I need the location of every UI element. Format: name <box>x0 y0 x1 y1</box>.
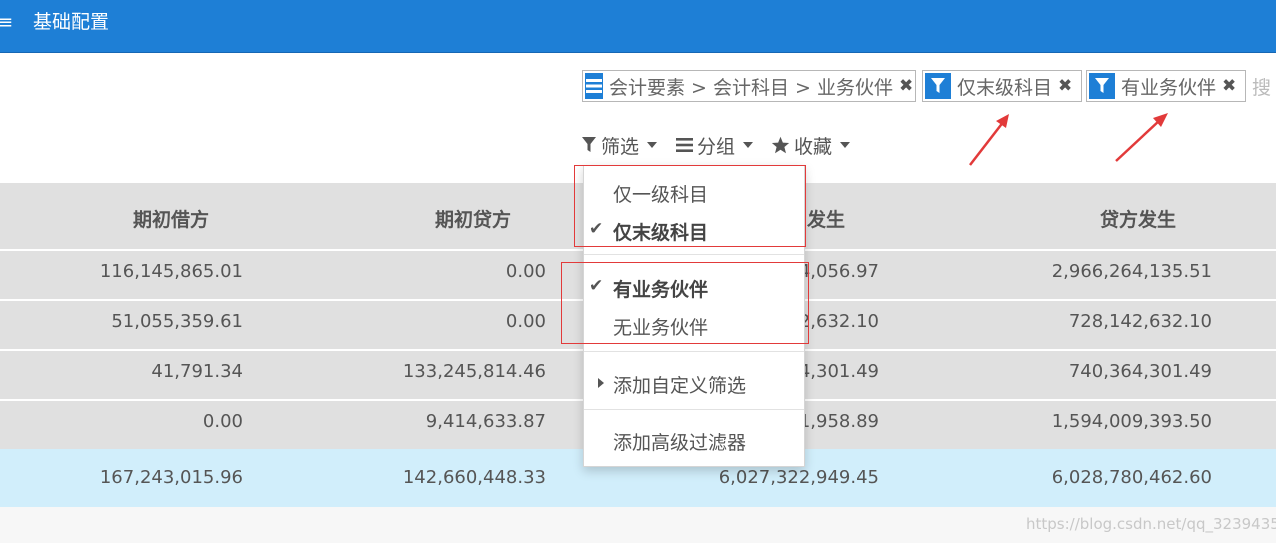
facet-filter-leaf: 仅末级科目 ✖ <box>922 70 1082 102</box>
table-cell: 116,145,865.01 <box>99 261 243 282</box>
table-cell: 9,414,633.87 <box>425 411 546 432</box>
table-cell: 740,364,301.49 <box>1068 361 1212 382</box>
annotation-arrow-icon <box>969 114 1009 166</box>
menu-divider <box>584 409 804 410</box>
menu-item-label: 添加高级过滤器 <box>613 432 747 454</box>
caret-down-icon <box>840 142 851 148</box>
list-icon <box>585 73 603 99</box>
column-header[interactable]: 期初贷方 <box>435 205 511 232</box>
close-icon[interactable]: ✖ <box>1222 76 1236 96</box>
filter-icon <box>582 137 596 152</box>
annotation-box <box>574 165 806 247</box>
total-cell: 142,660,448.33 <box>402 467 546 488</box>
facet-groupby: 会计要素 > 会计科目 > 业务伙伴 ✖ <box>582 70 916 102</box>
facet-label: 仅末级科目 <box>957 76 1053 99</box>
annotation-arrow-icon <box>1115 113 1168 162</box>
table-cell: 1,594,009,393.50 <box>1051 411 1212 432</box>
menu-divider <box>584 254 804 255</box>
favorites-menu-button[interactable]: 收藏 <box>771 132 851 158</box>
caret-down-icon <box>743 142 754 148</box>
filter-icon <box>1089 73 1115 99</box>
table-cell: 41,791.34 <box>151 361 243 382</box>
caret-right-icon <box>598 378 604 388</box>
list-icon <box>676 138 693 152</box>
app-title[interactable]: 基础配置 <box>33 7 109 34</box>
table-cell: 0.00 <box>505 261 546 282</box>
favorites-menu-label: 收藏 <box>794 135 833 158</box>
annotation-box <box>561 262 809 344</box>
table-cell: 728,142,632.10 <box>1068 311 1212 332</box>
column-header[interactable]: 期初借方 <box>133 205 209 232</box>
facet-label: 有业务伙伴 <box>1121 76 1217 99</box>
menu-item-add-custom-filter[interactable]: 添加自定义筛选 <box>584 365 804 399</box>
total-cell: 6,027,322,949.45 <box>718 467 879 488</box>
table-cell: 0.00 <box>505 311 546 332</box>
filter-menu-button[interactable]: 筛选 <box>582 132 658 158</box>
groupby-menu-label: 分组 <box>697 135 736 158</box>
table-cell: 51,055,359.61 <box>111 311 243 332</box>
table-cell: 0.00 <box>202 411 243 432</box>
column-header[interactable]: 发生 <box>807 205 845 232</box>
groupby-menu-button[interactable]: 分组 <box>676 132 754 158</box>
watermark: https://blog.csdn.net/qq_32394351 <box>1026 515 1276 533</box>
close-icon[interactable]: ✖ <box>899 76 913 96</box>
caret-down-icon <box>647 142 658 148</box>
menu-item-label: 添加自定义筛选 <box>613 375 747 397</box>
filter-menu-label: 筛选 <box>601 135 640 158</box>
table-cell: 4,301.49 <box>798 361 879 382</box>
total-cell: 167,243,015.96 <box>99 467 243 488</box>
column-header[interactable]: 贷方发生 <box>1100 205 1176 232</box>
star-icon <box>771 136 790 154</box>
top-navbar: ≡ 基础配置 <box>0 0 1276 53</box>
menu-item-add-advanced-filter[interactable]: 添加高级过滤器 <box>584 422 804 456</box>
table-cell: 4,056.97 <box>798 261 879 282</box>
app-menu-icon[interactable]: ≡ <box>0 12 13 33</box>
table-cell: 2,632.10 <box>798 311 879 332</box>
filter-icon <box>925 73 951 99</box>
table-cell: 1,958.89 <box>798 411 879 432</box>
facet-filter-partner: 有业务伙伴 ✖ <box>1086 70 1246 102</box>
table-cell: 2,966,264,135.51 <box>1051 261 1212 282</box>
table-cell: 133,245,814.46 <box>402 361 546 382</box>
menu-divider <box>584 351 804 352</box>
close-icon[interactable]: ✖ <box>1058 76 1072 96</box>
facet-label: 会计要素 > 会计科目 > 业务伙伴 <box>609 76 893 99</box>
search-input[interactable]: 搜 <box>1252 73 1271 100</box>
total-cell: 6,028,780,462.60 <box>1051 467 1212 488</box>
